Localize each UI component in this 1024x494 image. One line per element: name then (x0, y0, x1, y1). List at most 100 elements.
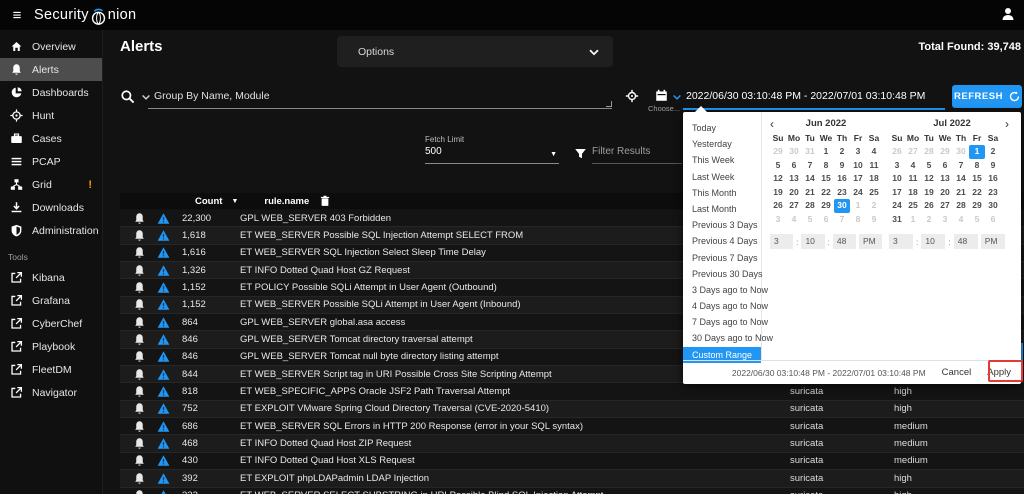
calendar-day[interactable]: 29 (770, 145, 786, 159)
calendar-icon[interactable] (655, 89, 668, 102)
sidebar-tool-item[interactable]: FleetDM (0, 358, 102, 381)
calendar-day[interactable]: 22 (818, 186, 834, 200)
calendar-day[interactable]: 3 (770, 213, 786, 227)
start-ampm-select[interactable]: PM (859, 234, 882, 249)
severity-cell[interactable]: high (894, 490, 1024, 494)
calendar-day[interactable]: 30 (953, 145, 969, 159)
trash-icon[interactable] (319, 195, 331, 207)
count-cell[interactable]: 1,616 (182, 247, 240, 258)
calendar-day[interactable]: 25 (866, 186, 882, 200)
date-preset-item[interactable]: 7 Days ago to Now (683, 314, 761, 330)
date-preset-item[interactable]: Previous 30 Days (683, 266, 761, 282)
date-range-input[interactable]: 2022/06/30 03:10:48 PM - 2022/07/01 03:1… (686, 90, 925, 102)
sidebar-tool-item[interactable]: Grafana (0, 289, 102, 312)
module-cell[interactable]: suricata (790, 473, 894, 484)
calendar-day[interactable]: 1 (905, 213, 921, 227)
rule-name-cell[interactable]: ET WEB_SPECIFIC_APPS Oracle JSF2 Path Tr… (240, 386, 790, 397)
ack-bell-icon[interactable] (133, 472, 146, 485)
sidebar-item-hunt[interactable]: Hunt (0, 104, 102, 127)
escalate-triangle-icon[interactable] (157, 472, 170, 485)
calendar-day[interactable]: 22 (969, 186, 985, 200)
escalate-triangle-icon[interactable] (157, 229, 170, 242)
ack-bell-icon[interactable] (133, 420, 146, 433)
calendar-day[interactable]: 26 (770, 199, 786, 213)
calendar-day[interactable]: 11 (905, 172, 921, 186)
calendar-day[interactable]: 9 (985, 159, 1001, 173)
count-cell[interactable]: 22,300 (182, 213, 240, 224)
count-cell[interactable]: 846 (182, 351, 240, 362)
sidebar-tool-item[interactable]: Kibana (0, 266, 102, 289)
calendar-day[interactable]: 5 (770, 159, 786, 173)
escalate-triangle-icon[interactable] (157, 454, 170, 467)
calendar-day[interactable]: 24 (850, 186, 866, 200)
calendar-day[interactable]: 28 (802, 199, 818, 213)
resize-handle[interactable] (606, 101, 612, 107)
escalate-triangle-icon[interactable] (157, 368, 170, 381)
chevron-down-icon[interactable] (671, 91, 683, 103)
count-cell[interactable]: 686 (182, 421, 240, 432)
count-cell[interactable]: 430 (182, 455, 240, 466)
calendar-day[interactable]: 30 (834, 199, 850, 213)
sidebar-item-downloads[interactable]: Downloads (0, 196, 102, 219)
fetch-limit-select[interactable]: 500 ▼ (425, 146, 559, 164)
calendar-day[interactable]: 29 (937, 145, 953, 159)
user-menu-button[interactable] (1000, 6, 1016, 22)
calendar-day[interactable]: 1 (818, 145, 834, 159)
sort-desc-icon[interactable]: ▼ (231, 198, 238, 205)
date-preset-item[interactable]: Previous 3 Days (683, 217, 761, 233)
cancel-button[interactable]: Cancel (942, 367, 972, 378)
calendar-day[interactable]: 20 (937, 186, 953, 200)
calendar-day[interactable]: 16 (985, 172, 1001, 186)
calendar-day[interactable]: 23 (985, 186, 1001, 200)
escalate-triangle-icon[interactable] (157, 350, 170, 363)
calendar-day[interactable]: 7 (834, 213, 850, 227)
calendar-day[interactable]: 2 (985, 145, 1001, 159)
calendar-day[interactable]: 7 (802, 159, 818, 173)
calendar-day[interactable]: 9 (834, 159, 850, 173)
date-preset-item[interactable]: Previous 7 Days (683, 250, 761, 266)
calendar-day[interactable]: 26 (889, 145, 905, 159)
rule-name-cell[interactable]: ET INFO Dotted Quad Host XLS Request (240, 455, 790, 466)
start-minute-input[interactable]: 10 (801, 234, 824, 249)
calendar-day[interactable]: 3 (937, 213, 953, 227)
ack-bell-icon[interactable] (133, 316, 146, 329)
calendar-day[interactable]: 23 (834, 186, 850, 200)
module-cell[interactable]: suricata (790, 455, 894, 466)
date-preset-item[interactable]: Today (683, 120, 761, 136)
end-ampm-select[interactable]: PM (981, 234, 1005, 249)
ack-bell-icon[interactable] (133, 350, 146, 363)
escalate-triangle-icon[interactable] (157, 298, 170, 311)
count-cell[interactable]: 864 (182, 317, 240, 328)
date-preset-item[interactable]: Previous 4 Days (683, 233, 761, 249)
escalate-triangle-icon[interactable] (157, 281, 170, 294)
table-row[interactable]: 322 ET WEB_SERVER SELECT SUBSTRING in UR… (120, 488, 1024, 494)
calendar-day[interactable]: 8 (969, 159, 985, 173)
sidebar-item-cases[interactable]: Cases (0, 127, 102, 150)
module-cell[interactable]: suricata (790, 386, 894, 397)
date-preset-item[interactable]: This Month (683, 185, 761, 201)
escalate-triangle-icon[interactable] (157, 489, 170, 494)
count-cell[interactable]: 1,618 (182, 230, 240, 241)
calendar-day[interactable]: 4 (953, 213, 969, 227)
count-cell[interactable]: 1,152 (182, 299, 240, 310)
count-cell[interactable]: 846 (182, 334, 240, 345)
calendar-day[interactable]: 11 (866, 159, 882, 173)
escalate-triangle-icon[interactable] (157, 333, 170, 346)
ack-bell-icon[interactable] (133, 333, 146, 346)
sidebar-tool-item[interactable]: Navigator (0, 381, 102, 404)
calendar-day[interactable]: 29 (818, 199, 834, 213)
table-row[interactable]: 752 ET EXPLOIT VMware Spring Cloud Direc… (120, 401, 1024, 418)
severity-cell[interactable]: high (894, 386, 1024, 397)
calendar-day[interactable]: 6 (818, 213, 834, 227)
calendar-day[interactable]: 7 (953, 159, 969, 173)
crosshair-icon[interactable] (625, 89, 639, 103)
date-preset-item[interactable]: Last Week (683, 169, 761, 185)
calendar-day[interactable]: 18 (866, 172, 882, 186)
calendar-day[interactable]: 10 (850, 159, 866, 173)
calendar-day[interactable]: 21 (802, 186, 818, 200)
calendar-day[interactable]: 30 (786, 145, 802, 159)
module-cell[interactable]: suricata (790, 403, 894, 414)
start-second-input[interactable]: 48 (833, 234, 856, 249)
calendar-day[interactable]: 6 (786, 159, 802, 173)
calendar-day[interactable]: 15 (969, 172, 985, 186)
